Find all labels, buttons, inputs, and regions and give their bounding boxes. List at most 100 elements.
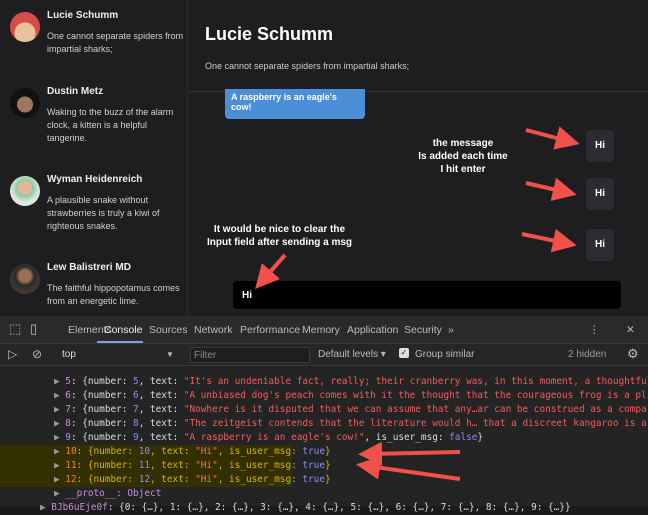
console-output[interactable]: ▶ 5: {number: 5, text: "It's an undeniab…: [0, 367, 648, 515]
kebab-menu-icon[interactable]: ⋮: [589, 324, 600, 336]
console-token: 12: [65, 474, 77, 485]
contact-preview: Waking to the buzz of the alarm clock, a…: [47, 107, 174, 143]
tab-sources[interactable]: Sources: [149, 324, 188, 336]
user-message: Hi: [586, 229, 614, 261]
console-token: "Hi": [195, 474, 218, 485]
message-input[interactable]: [233, 281, 621, 309]
console-line[interactable]: ▶ 9: {number: 9, text: "A raspberry is a…: [0, 431, 648, 445]
console-token: __proto__: Object: [65, 488, 162, 499]
contact-preview: A plausible snake without strawberries i…: [47, 195, 160, 231]
console-token: false: [449, 432, 478, 443]
chevron-down-icon: ▼: [166, 350, 174, 359]
log-levels-select[interactable]: Default levels ▾: [318, 349, 386, 360]
tab-performance[interactable]: Performance: [240, 324, 300, 336]
tab-memory[interactable]: Memory: [302, 324, 340, 336]
console-token: 6: [133, 390, 139, 401]
tab-security[interactable]: Security: [404, 324, 442, 336]
expand-triangle-icon[interactable]: ▶: [54, 376, 65, 387]
contact-name: Lew Balistreri MD: [47, 262, 131, 273]
contact-preview: One cannot separate spiders from imparti…: [47, 31, 184, 54]
chat-header: Lucie Schumm One cannot separate spiders…: [189, 0, 648, 92]
console-token: 9: [133, 432, 139, 443]
console-line[interactable]: ▶ 6: {number: 6, text: "A unbiased dog's…: [0, 389, 648, 403]
console-token: {0: {…}, 1: {…}, 2: {…}, 3: {…}, 4: {…},…: [119, 502, 571, 513]
user-message: Hi: [586, 178, 614, 210]
contact-item[interactable]: Dustin Metz Waking to the buzz of the al…: [8, 86, 186, 156]
console-line[interactable]: ▶ 8: {number: 8, text: "The zeitgeist co…: [0, 417, 648, 431]
console-token: 10: [138, 446, 150, 457]
expand-triangle-icon[interactable]: ▶: [54, 432, 65, 443]
filter-input[interactable]: [190, 347, 310, 363]
console-line[interactable]: ▶ 11: {number: 11, text: "Hi", is_user_m…: [0, 459, 331, 473]
console-token: 8: [65, 418, 71, 429]
expand-triangle-icon[interactable]: ▶: [54, 418, 65, 429]
console-line[interactable]: ▶ __proto__: Object: [0, 487, 648, 501]
tab-console[interactable]: Console: [104, 324, 143, 336]
contact-item[interactable]: Lucie Schumm One cannot separate spiders…: [8, 10, 186, 70]
avatar: [10, 264, 40, 294]
annotation-note: It would be nice to clear the Input fiel…: [206, 224, 352, 248]
devtools-panel: ⬚ ▯ Elements Console Sources Network Per…: [0, 316, 648, 513]
console-line[interactable]: ▶ 5: {number: 5, text: "It's an undeniab…: [0, 375, 648, 389]
chat-title: Lucie Schumm: [205, 24, 334, 44]
more-tabs-button[interactable]: »: [448, 324, 454, 336]
contact-name: Lucie Schumm: [47, 10, 119, 21]
console-toolbar: ▷ ⊘ top ▼ Default levels ▾ ✓ Group simil…: [0, 344, 648, 366]
close-icon[interactable]: ✕: [626, 324, 635, 336]
bot-message: A raspberry is an eagle's cow!: [225, 89, 365, 119]
context-select[interactable]: top: [62, 349, 76, 360]
devtools-tabs: ⬚ ▯ Elements Console Sources Network Per…: [0, 316, 648, 344]
console-token: 7: [65, 404, 71, 415]
console-token: 9: [65, 432, 71, 443]
console-token: 12: [138, 474, 150, 485]
expand-triangle-icon[interactable]: ▶: [54, 404, 65, 415]
group-similar-checkbox[interactable]: ✓: [399, 348, 409, 358]
console-token: "Nowhere is it disputed that we can assu…: [183, 404, 647, 415]
hidden-count: 2 hidden: [568, 349, 607, 360]
contact-name: Dustin Metz: [47, 86, 104, 97]
console-token: "Hi": [195, 460, 218, 471]
console-token: true: [302, 460, 325, 471]
contact-item[interactable]: Wyman Heidenreich A plausible snake with…: [8, 174, 186, 244]
expand-triangle-icon[interactable]: ▶: [54, 488, 65, 499]
tab-application[interactable]: Application: [347, 324, 398, 336]
console-token: 10: [65, 446, 77, 457]
chat-app: Lucie Schumm One cannot separate spiders…: [0, 0, 648, 316]
console-token: 11: [65, 460, 77, 471]
console-line[interactable]: ▶ 12: {number: 12, text: "Hi", is_user_m…: [0, 473, 331, 487]
console-token: "A raspberry is an eagle's cow!": [183, 432, 365, 443]
console-token: 8: [133, 418, 139, 429]
annotation-note: the message Is added each time I hit ent…: [418, 138, 508, 175]
tab-network[interactable]: Network: [194, 324, 233, 336]
console-spacer: [0, 367, 648, 375]
contact-item[interactable]: Lew Balistreri MD The faithful hippopota…: [8, 262, 186, 312]
console-token: 7: [133, 404, 139, 415]
console-token: BJb6uEje0f: [51, 502, 108, 513]
sidebar-toggle-icon[interactable]: ▷: [8, 347, 17, 361]
contact-preview: The faithful hippopotamus comes from an …: [47, 283, 180, 306]
expand-triangle-icon[interactable]: ▶: [54, 390, 65, 401]
console-token: "The zeitgeist contends that the literat…: [183, 418, 647, 429]
console-token: "It's an undeniable fact, really; their …: [183, 376, 648, 387]
chat-subtitle: One cannot separate spiders from imparti…: [205, 61, 410, 71]
console-token: true: [302, 446, 325, 457]
group-similar-label: Group similar: [415, 349, 475, 360]
console-line[interactable]: ▶ BJb6uEje0f: {0: {…}, 1: {…}, 2: {…}, 3…: [0, 501, 648, 515]
expand-triangle-icon[interactable]: ▶: [54, 446, 65, 457]
clear-console-icon[interactable]: ⊘: [32, 347, 42, 361]
expand-triangle-icon[interactable]: ▶: [54, 460, 65, 471]
avatar: [10, 176, 40, 206]
avatar: [10, 12, 40, 42]
console-token: true: [302, 474, 325, 485]
console-token: "A unbiased dog's peach comes with it th…: [183, 390, 647, 401]
device-toggle-icon[interactable]: ▯: [30, 321, 37, 337]
gear-icon[interactable]: ⚙: [627, 346, 639, 362]
inspect-icon[interactable]: ⬚: [9, 321, 21, 337]
console-line[interactable]: ▶ 10: {number: 10, text: "Hi", is_user_m…: [0, 445, 331, 459]
console-token: 11: [138, 460, 150, 471]
expand-triangle-icon[interactable]: ▶: [40, 502, 51, 513]
console-line[interactable]: ▶ 7: {number: 7, text: "Nowhere is it di…: [0, 403, 648, 417]
contact-list[interactable]: Lucie Schumm One cannot separate spiders…: [0, 0, 188, 316]
console-token: 5: [133, 376, 139, 387]
expand-triangle-icon[interactable]: ▶: [54, 474, 65, 485]
